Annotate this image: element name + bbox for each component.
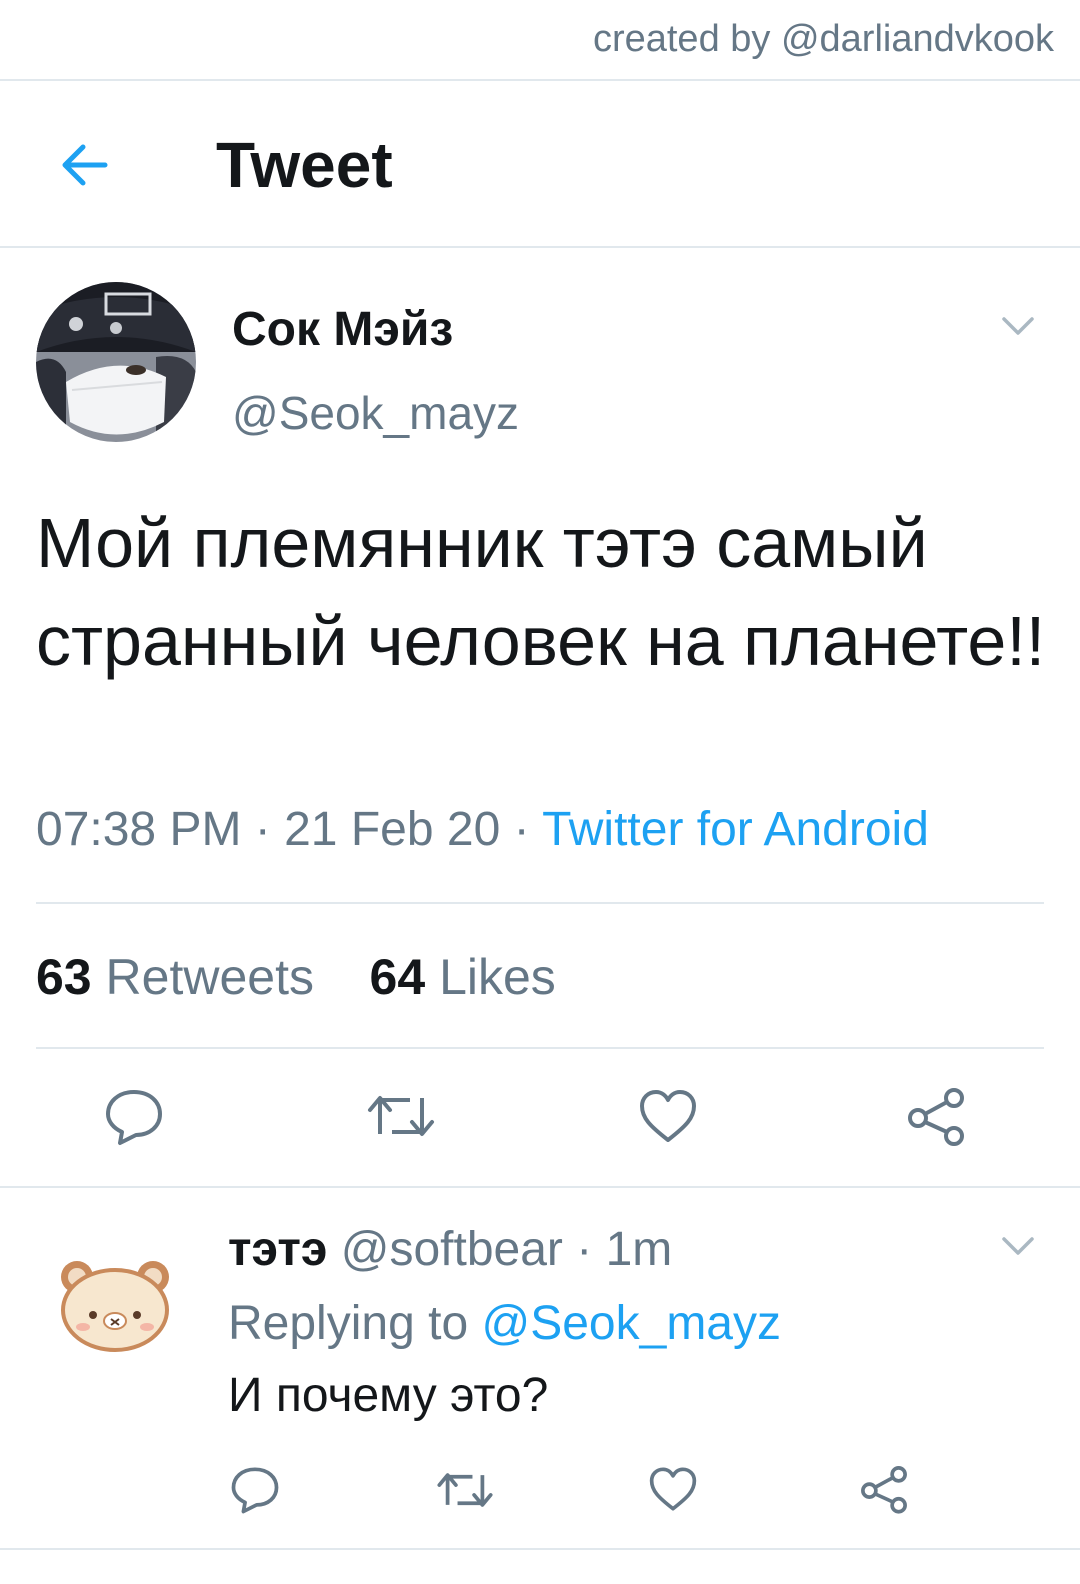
meta-separator: ·	[562, 1223, 606, 1276]
likes-stat[interactable]: 64 Likes	[370, 949, 556, 1005]
reply-avatar[interactable]	[55, 1255, 175, 1355]
divider	[0, 1548, 1080, 1550]
retweets-count: 63	[36, 949, 92, 1005]
reply-like-button[interactable]	[648, 1466, 698, 1517]
retweets-label: Retweets	[105, 949, 314, 1005]
tweet-stats: 63 Retweets 64 Likes	[36, 948, 556, 1006]
retweet-icon	[368, 1096, 434, 1136]
speech-bubble-icon	[231, 1467, 279, 1514]
avatar[interactable]	[36, 282, 196, 442]
tweet-date: 21 Feb 20	[284, 803, 501, 856]
divider	[0, 1186, 1080, 1188]
meta-separator: ·	[500, 803, 543, 856]
reply-time: 1m	[605, 1223, 673, 1276]
heart-icon	[649, 1467, 697, 1511]
meta-separator: ·	[241, 803, 285, 856]
reply-retweet-button[interactable]	[436, 1468, 494, 1517]
divider	[0, 246, 1080, 248]
reply-author-handle[interactable]: @softbear	[341, 1223, 563, 1276]
reply-more-options-button[interactable]	[1000, 1234, 1036, 1258]
tweet-text: Мой племянник тэтэ самый странный челове…	[36, 504, 1046, 680]
divider	[36, 1047, 1044, 1049]
author-handle[interactable]: @Seok_mayz	[232, 386, 519, 440]
replying-mention-link[interactable]: @Seok_mayz	[481, 1297, 781, 1350]
reply-share-button[interactable]	[858, 1464, 910, 1519]
chevron-down-icon	[1002, 317, 1034, 335]
replying-to: Replying to @Seok_mayz	[228, 1296, 781, 1351]
likes-count: 64	[369, 949, 426, 1005]
back-button[interactable]	[55, 140, 115, 190]
more-options-button[interactable]	[1000, 314, 1036, 338]
reply-header: тэтэ @softbear · 1m	[228, 1222, 672, 1277]
tweet-meta: 07:38 PM · 21 Feb 20 · Twitter for Andro…	[36, 802, 929, 857]
author-name[interactable]: Сок Мэйз	[232, 302, 453, 357]
speech-bubble-icon	[106, 1090, 162, 1145]
chevron-down-icon	[1002, 1237, 1034, 1255]
reply-text: И почему это?	[228, 1369, 549, 1422]
retweet-button[interactable]	[366, 1090, 436, 1147]
reply-button[interactable]	[104, 1088, 164, 1151]
share-icon	[861, 1466, 907, 1514]
divider	[0, 79, 1080, 81]
page-title: Tweet	[216, 129, 393, 201]
reply-reply-button[interactable]	[230, 1466, 280, 1519]
replying-prefix: Replying to	[228, 1297, 469, 1350]
tweet-time: 07:38 PM	[36, 803, 242, 856]
reply-author-name[interactable]: тэтэ	[228, 1223, 327, 1276]
arrow-left-icon	[62, 144, 108, 186]
likes-label: Likes	[439, 949, 556, 1005]
retweets-stat[interactable]: 63 Retweets	[36, 949, 314, 1005]
heart-icon	[640, 1090, 696, 1142]
tweet-source-link[interactable]: Twitter for Android	[542, 803, 929, 856]
retweet-icon	[437, 1473, 493, 1507]
like-button[interactable]	[638, 1088, 698, 1149]
share-icon	[908, 1088, 964, 1146]
share-button[interactable]	[904, 1086, 968, 1151]
divider	[36, 902, 1044, 904]
creator-credit: created by @darliandvkook	[592, 18, 1054, 60]
